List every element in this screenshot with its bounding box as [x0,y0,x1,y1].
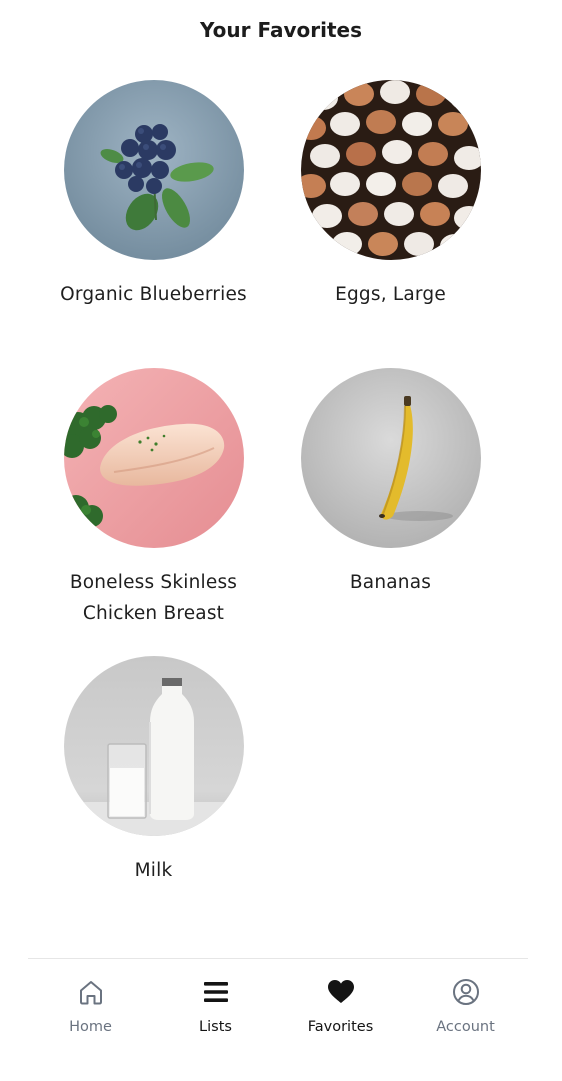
favorite-item-bananas[interactable]: Bananas [267,368,514,656]
list-icon [203,982,228,1002]
milk-image [63,656,244,836]
nav-label-lists: Lists [199,1019,232,1035]
favorites-grid: Organic Blueberries Eggs, Large Boneless… [40,80,514,944]
eggs-image [300,80,481,260]
nav-item-account[interactable]: Account [403,959,528,1081]
heart-icon [327,980,354,1003]
nav-label-account: Account [436,1019,495,1035]
favorite-item-milk[interactable]: Milk [30,656,277,944]
nav-label-favorites: Favorites [307,1019,374,1035]
favorite-item-eggs[interactable]: Eggs, Large [267,80,514,368]
favorite-item-label: Eggs, Large [335,284,446,305]
banana-image [300,368,481,548]
chicken-breast-image [63,368,244,548]
favorite-item-label: Milk [134,860,173,881]
home-icon [79,981,102,1005]
bottom-navigation: Home Lists Favorites Account [28,958,528,1081]
account-icon [452,979,479,1005]
blueberries-image [63,80,244,260]
nav-item-lists[interactable]: Lists [153,959,278,1081]
favorite-item-chicken-breast[interactable]: Boneless Skinless Chicken Breast [30,368,277,656]
nav-label-home: Home [69,1019,112,1035]
favorite-item-label: Boneless Skinless Chicken Breast [69,572,238,624]
favorite-item-label: Bananas [349,572,432,593]
favorite-item-label: Organic Blueberries [60,284,247,305]
nav-item-home[interactable]: Home [28,959,153,1081]
favorite-item-blueberries[interactable]: Organic Blueberries [30,80,277,368]
nav-item-favorites[interactable]: Favorites [278,959,403,1081]
page-title: Your Favorites [200,18,362,42]
